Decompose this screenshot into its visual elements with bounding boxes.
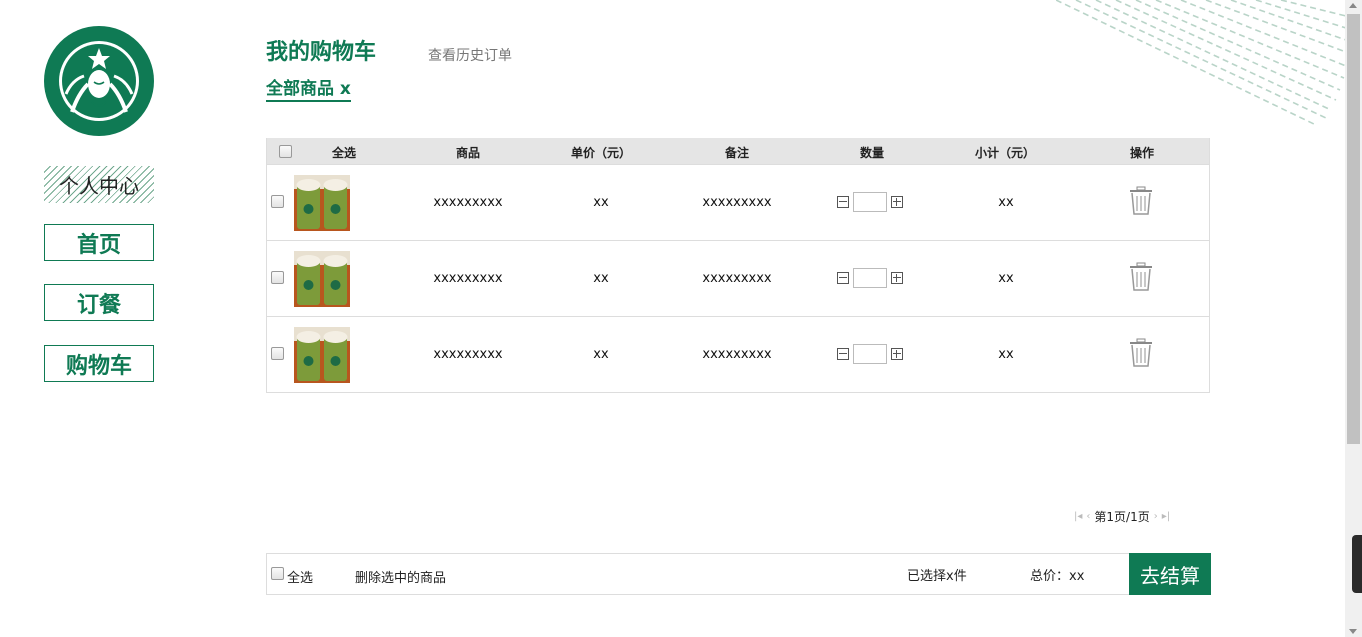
- last-page-icon[interactable]: ▸|: [1162, 511, 1170, 522]
- sidebar-item-label: 购物车: [65, 353, 132, 379]
- product-image: [294, 251, 350, 307]
- product-image: [294, 327, 350, 383]
- sidebar-item-personal-center[interactable]: 个人中心: [44, 166, 154, 203]
- product-name: xxxxxxxxx: [433, 271, 503, 286]
- scroll-up-icon[interactable]: [1349, 3, 1357, 8]
- cart-table: 全选 商品 单价（元） 备注 数量 小计（元） 操作 xxxxxxxxx xx …: [266, 138, 1210, 393]
- footer-select-all-label: 全选: [287, 571, 314, 586]
- table-row: xxxxxxxxx xx xxxxxxxxx xx: [267, 316, 1209, 392]
- increase-quantity-button[interactable]: [891, 348, 903, 360]
- note: xxxxxxxxx: [702, 195, 772, 210]
- unit-price: xx: [593, 271, 609, 286]
- decrease-quantity-button[interactable]: [837, 196, 849, 208]
- header-subtotal: 小计（元）: [974, 146, 1036, 160]
- note: xxxxxxxxx: [702, 347, 772, 362]
- row-checkbox[interactable]: [271, 271, 284, 284]
- quantity-input[interactable]: [853, 268, 887, 288]
- first-page-icon[interactable]: |◂: [1074, 511, 1082, 522]
- history-orders-link[interactable]: 查看历史订单: [428, 45, 512, 65]
- scroll-down-icon[interactable]: [1349, 629, 1357, 634]
- unit-price: xx: [593, 347, 609, 362]
- pagination: |◂ ‹ 第1页/1页 › ▸|: [1074, 508, 1170, 525]
- subtotal: xx: [998, 347, 1014, 362]
- product-image: [294, 175, 350, 231]
- all-items-filter[interactable]: 全部商品 x: [266, 78, 351, 102]
- unit-price: xx: [593, 195, 609, 210]
- selected-count: 已选择x件: [907, 569, 967, 584]
- quantity-stepper: [837, 192, 903, 212]
- side-widget: [1352, 535, 1362, 593]
- sidebar-item-label: 订餐: [76, 292, 121, 318]
- header-quantity: 数量: [859, 146, 885, 160]
- page-indicator: 第1页/1页: [1094, 510, 1150, 524]
- sidebar-item-label: 首页: [76, 232, 121, 258]
- trash-icon[interactable]: [1129, 186, 1153, 215]
- increase-quantity-button[interactable]: [891, 272, 903, 284]
- prev-page-icon[interactable]: ‹: [1086, 511, 1090, 522]
- table-row: xxxxxxxxx xx xxxxxxxxx xx: [267, 240, 1209, 316]
- delete-selected-button[interactable]: 删除选中的商品: [355, 567, 446, 586]
- quantity-stepper: [837, 268, 903, 288]
- header-product: 商品: [455, 146, 481, 160]
- app-window: 个人中心 首页 订餐 购物车 我的购物车 查看历史订单 全部商品 x 全选 商品…: [0, 0, 1362, 637]
- sidebar-item-home[interactable]: 首页: [44, 224, 154, 261]
- decrease-quantity-button[interactable]: [837, 348, 849, 360]
- decorative-stripes: [1056, 0, 1346, 125]
- total-price: 总价：xx: [1030, 569, 1085, 584]
- header-unit-price: 单价（元）: [570, 146, 632, 160]
- starbucks-logo-icon: [44, 26, 154, 136]
- footer-select-all-checkbox[interactable]: [271, 567, 284, 580]
- table-header: 全选 商品 单价（元） 备注 数量 小计（元） 操作: [267, 138, 1209, 164]
- increase-quantity-button[interactable]: [891, 196, 903, 208]
- select-all-checkbox[interactable]: [279, 145, 292, 158]
- subtotal: xx: [998, 195, 1014, 210]
- sidebar-item-label: 个人中心: [59, 174, 139, 198]
- note: xxxxxxxxx: [702, 271, 772, 286]
- sidebar-item-order[interactable]: 订餐: [44, 284, 154, 321]
- page-title: 我的购物车: [266, 40, 377, 65]
- header-select-all: 全选: [331, 146, 357, 160]
- scrollbar-thumb[interactable]: [1347, 14, 1360, 444]
- checkout-button[interactable]: 去结算: [1129, 553, 1211, 595]
- table-row: xxxxxxxxx xx xxxxxxxxx xx: [267, 164, 1209, 240]
- trash-icon[interactable]: [1129, 338, 1153, 367]
- product-name: xxxxxxxxx: [433, 347, 503, 362]
- subtotal: xx: [998, 271, 1014, 286]
- decrease-quantity-button[interactable]: [837, 272, 849, 284]
- trash-icon[interactable]: [1129, 262, 1153, 291]
- sidebar-item-cart[interactable]: 购物车: [44, 345, 154, 382]
- header-action: 操作: [1129, 146, 1155, 160]
- header-note: 备注: [724, 146, 750, 160]
- product-name: xxxxxxxxx: [433, 195, 503, 210]
- cart-footer: 全选 删除选中的商品 已选择x件 总价：xx 去结算: [266, 553, 1211, 595]
- quantity-stepper: [837, 344, 903, 364]
- row-checkbox[interactable]: [271, 195, 284, 208]
- quantity-input[interactable]: [853, 344, 887, 364]
- quantity-input[interactable]: [853, 192, 887, 212]
- next-page-icon[interactable]: ›: [1154, 511, 1158, 522]
- row-checkbox[interactable]: [271, 347, 284, 360]
